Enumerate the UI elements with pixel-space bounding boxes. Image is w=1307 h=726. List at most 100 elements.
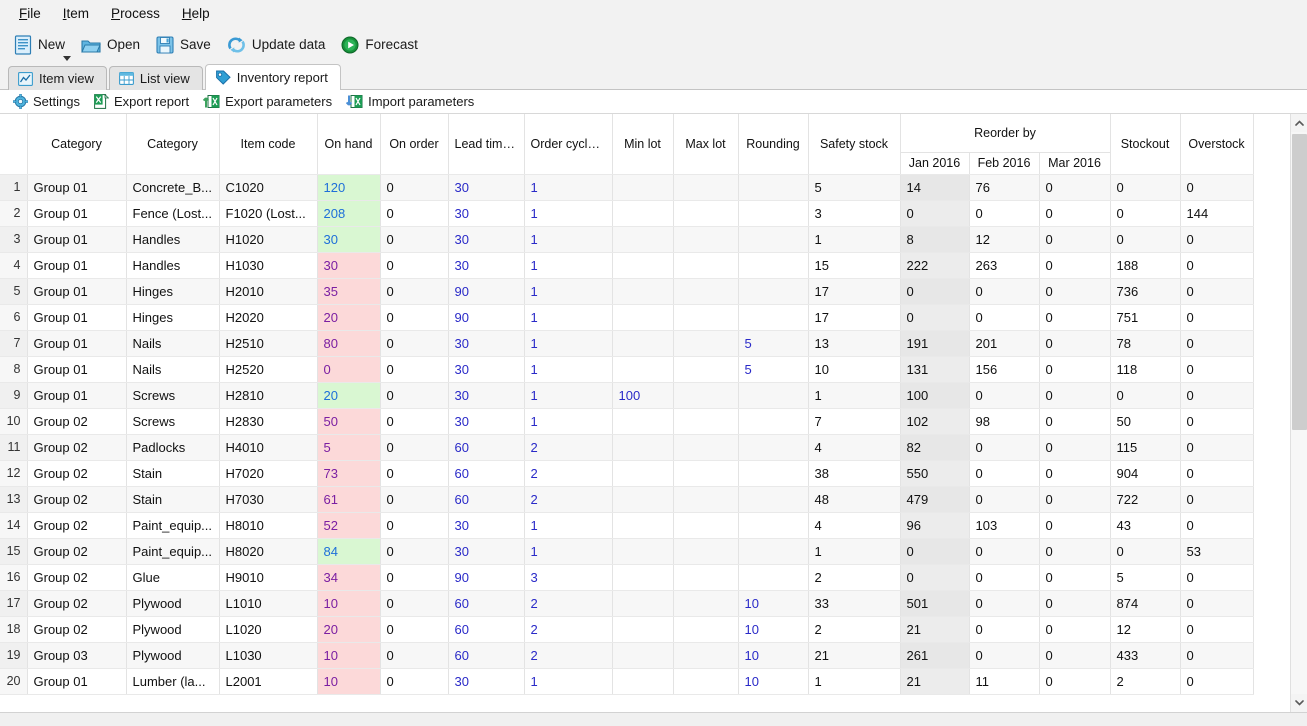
cell-mar[interactable]: 0 — [1039, 408, 1110, 434]
cell-safety[interactable]: 48 — [808, 486, 900, 512]
cell-feb[interactable]: 0 — [969, 460, 1039, 486]
cell-onorder[interactable]: 0 — [380, 174, 448, 200]
cell-onhand[interactable]: 80 — [317, 330, 380, 356]
cell-ordercycle[interactable]: 2 — [524, 642, 612, 668]
cell-stockout[interactable]: 50 — [1110, 408, 1180, 434]
cell-maxlot[interactable] — [673, 434, 738, 460]
cell-minlot[interactable] — [612, 486, 673, 512]
cell-rounding[interactable]: 5 — [738, 356, 808, 382]
cell-leadtime[interactable]: 90 — [448, 564, 524, 590]
cell-jan[interactable]: 191 — [900, 330, 969, 356]
cell-stockout[interactable]: 0 — [1110, 226, 1180, 252]
cell-category1[interactable]: Group 01 — [27, 174, 126, 200]
cell-mar[interactable]: 0 — [1039, 486, 1110, 512]
cell-overstock[interactable]: 144 — [1180, 200, 1253, 226]
cell-onhand[interactable]: 10 — [317, 668, 380, 694]
cell-stockout[interactable]: 736 — [1110, 278, 1180, 304]
column-header-minlot[interactable]: Min lot — [612, 114, 673, 174]
cell-onhand[interactable]: 120 — [317, 174, 380, 200]
cell-leadtime[interactable]: 30 — [448, 226, 524, 252]
cell-feb[interactable]: 0 — [969, 538, 1039, 564]
column-header-overstock[interactable]: Overstock — [1180, 114, 1253, 174]
cell-safety[interactable]: 33 — [808, 590, 900, 616]
cell-category2[interactable]: Nails — [126, 356, 219, 382]
cell-minlot[interactable] — [612, 564, 673, 590]
cell-safety[interactable]: 10 — [808, 356, 900, 382]
cell-category2[interactable]: Paint_equip... — [126, 538, 219, 564]
cell-feb[interactable]: 0 — [969, 382, 1039, 408]
cell-onhand[interactable]: 20 — [317, 616, 380, 642]
cell-rounding[interactable]: 10 — [738, 616, 808, 642]
cell-rounding[interactable]: 10 — [738, 668, 808, 694]
cell-itemcode[interactable]: H4010 — [219, 434, 317, 460]
scroll-down-arrow[interactable] — [1291, 694, 1307, 712]
cell-overstock[interactable]: 0 — [1180, 564, 1253, 590]
cell-category2[interactable]: Paint_equip... — [126, 512, 219, 538]
menu-item-item[interactable]: Item — [52, 2, 100, 25]
cell-onorder[interactable]: 0 — [380, 408, 448, 434]
cell-category1[interactable]: Group 02 — [27, 460, 126, 486]
toolbar-button-open[interactable]: Open — [73, 34, 148, 57]
cell-category1[interactable]: Group 03 — [27, 642, 126, 668]
cell-ordercycle[interactable]: 2 — [524, 616, 612, 642]
cell-feb[interactable]: 98 — [969, 408, 1039, 434]
cell-maxlot[interactable] — [673, 564, 738, 590]
cell-maxlot[interactable] — [673, 642, 738, 668]
cell-mar[interactable]: 0 — [1039, 642, 1110, 668]
table-row[interactable]: 5Group 01HingesH2010350901170007360 — [0, 278, 1253, 304]
cell-safety[interactable]: 1 — [808, 382, 900, 408]
cell-feb[interactable]: 0 — [969, 434, 1039, 460]
cell-stockout[interactable]: 433 — [1110, 642, 1180, 668]
cell-minlot[interactable] — [612, 434, 673, 460]
table-row[interactable]: 3Group 01HandlesH10203003011812000 — [0, 226, 1253, 252]
cell-leadtime[interactable]: 30 — [448, 668, 524, 694]
cell-jan[interactable]: 479 — [900, 486, 969, 512]
cell-category1[interactable]: Group 01 — [27, 304, 126, 330]
cell-safety[interactable]: 21 — [808, 642, 900, 668]
cell-rownum[interactable]: 1 — [0, 174, 27, 200]
cell-minlot[interactable] — [612, 668, 673, 694]
cell-rounding[interactable]: 5 — [738, 330, 808, 356]
cell-stockout[interactable]: 118 — [1110, 356, 1180, 382]
cell-jan[interactable]: 0 — [900, 278, 969, 304]
cell-category1[interactable]: Group 02 — [27, 590, 126, 616]
cell-overstock[interactable]: 0 — [1180, 460, 1253, 486]
cell-overstock[interactable]: 0 — [1180, 616, 1253, 642]
cell-itemcode[interactable]: H2520 — [219, 356, 317, 382]
cell-feb[interactable]: 0 — [969, 564, 1039, 590]
cell-ordercycle[interactable]: 2 — [524, 434, 612, 460]
cell-leadtime[interactable]: 30 — [448, 356, 524, 382]
cell-stockout[interactable]: 0 — [1110, 538, 1180, 564]
table-row[interactable]: 18Group 02PlywoodL10202006021022100120 — [0, 616, 1253, 642]
cell-jan[interactable]: 550 — [900, 460, 969, 486]
cell-stockout[interactable]: 751 — [1110, 304, 1180, 330]
column-header-category1[interactable]: Category — [27, 114, 126, 174]
cell-category1[interactable]: Group 02 — [27, 512, 126, 538]
cell-rounding[interactable] — [738, 200, 808, 226]
table-row[interactable]: 20Group 01Lumber (la...L2001100301101211… — [0, 668, 1253, 694]
cell-feb[interactable]: 0 — [969, 304, 1039, 330]
cell-minlot[interactable] — [612, 538, 673, 564]
cell-rounding[interactable]: 10 — [738, 590, 808, 616]
column-header-safety[interactable]: Safety stock — [808, 114, 900, 174]
cell-category1[interactable]: Group 01 — [27, 382, 126, 408]
cell-feb[interactable]: 0 — [969, 486, 1039, 512]
column-header-stockout[interactable]: Stockout — [1110, 114, 1180, 174]
cell-ordercycle[interactable]: 1 — [524, 278, 612, 304]
cell-overstock[interactable]: 0 — [1180, 382, 1253, 408]
cell-maxlot[interactable] — [673, 226, 738, 252]
action-export-parameters[interactable]: Export parameters — [196, 92, 339, 111]
cell-rownum[interactable]: 9 — [0, 382, 27, 408]
cell-onorder[interactable]: 0 — [380, 616, 448, 642]
cell-category1[interactable]: Group 01 — [27, 330, 126, 356]
table-row[interactable]: 13Group 02StainH703061060248479007220 — [0, 486, 1253, 512]
cell-rounding[interactable] — [738, 252, 808, 278]
cell-stockout[interactable]: 78 — [1110, 330, 1180, 356]
cell-onorder[interactable]: 0 — [380, 642, 448, 668]
cell-category1[interactable]: Group 02 — [27, 486, 126, 512]
cell-ordercycle[interactable]: 1 — [524, 200, 612, 226]
menu-item-file[interactable]: File — [8, 2, 52, 25]
cell-leadtime[interactable]: 90 — [448, 278, 524, 304]
cell-onorder[interactable]: 0 — [380, 668, 448, 694]
cell-ordercycle[interactable]: 1 — [524, 330, 612, 356]
